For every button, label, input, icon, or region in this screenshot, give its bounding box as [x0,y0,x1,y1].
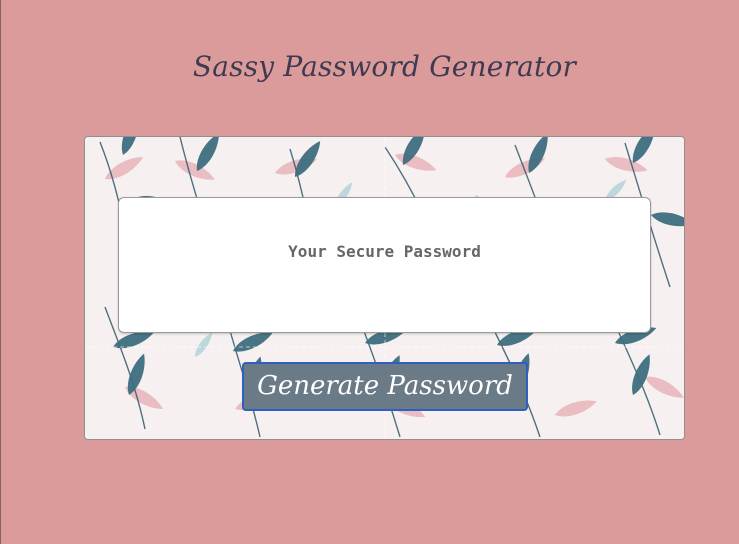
generator-card: Your Secure Password Generate Password [84,136,685,440]
password-display[interactable]: Your Secure Password [118,197,651,333]
page-title: Sassy Password Generator [192,50,577,83]
password-placeholder: Your Secure Password [288,242,481,261]
generate-password-button[interactable]: Generate Password [242,362,528,411]
